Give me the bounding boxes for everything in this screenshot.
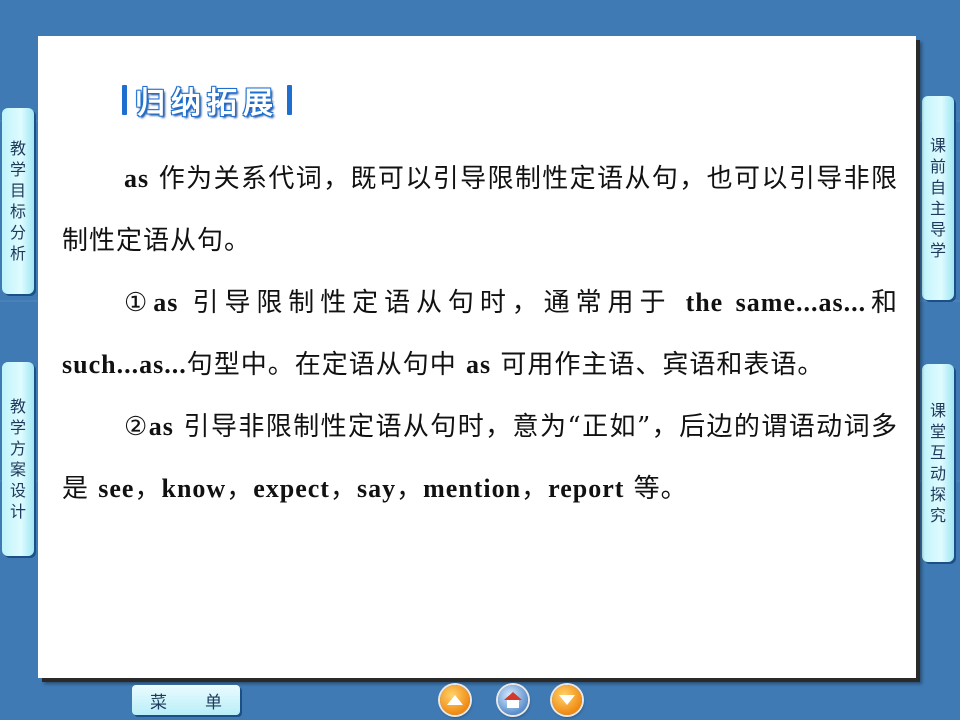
english-term: such...as... [62,350,187,379]
text-run: ， [329,474,357,504]
paragraph-intro: as 作为关系代词，既可以引导限制性定语从句，也可以引导非限制性定语从句。 [62,148,898,272]
text-run: 作为关系代词，既可以引导限制性定语从句，也可以引导非限制性定语从句。 [62,164,898,256]
side-tab-pre-class-study[interactable]: 课前自主导学 [922,96,954,300]
english-term: mention [423,474,522,503]
title-bar-right [287,85,292,115]
home-icon [504,692,522,708]
side-tab-label: 教学方案设计 [9,397,26,521]
text-run: 句型中。在定语从句中 [186,350,466,380]
english-term: as [153,288,179,317]
text-run: 等。 [624,474,688,504]
section-title: 归纳拓展 [135,86,279,121]
menu-label-char-1: 菜 [150,692,167,713]
side-tab-class-interaction[interactable]: 课堂互动探究 [922,364,954,562]
side-tab-teaching-objectives[interactable]: 教学目标分析 [2,108,34,294]
english-term: say [356,474,397,503]
english-term: expect [253,474,330,503]
english-term: as [148,412,174,441]
english-term: the same...as... [685,288,867,317]
english-term: as [465,350,492,379]
section-title-banner: 归纳拓展 [122,80,292,121]
side-tab-label: 课堂互动探究 [929,401,946,525]
text-run: ， [396,474,424,504]
side-tab-label: 教学目标分析 [9,139,26,263]
side-tab-teaching-plan[interactable]: 教学方案设计 [2,362,34,556]
text-run: ， [521,474,549,504]
slide-panel: 归纳拓展 as 作为关系代词，既可以引导限制性定语从句，也可以引导非限制性定语从… [38,36,916,678]
menu-button[interactable]: 菜 单 [132,685,240,715]
text-run: 引导限制性定语从句时，通常用于 [178,288,686,318]
text-run: ， [226,474,254,504]
up-arrow-icon [447,695,463,705]
text-run: ① [124,288,154,318]
side-tab-label: 课前自主导学 [929,136,946,260]
paragraph-restrictive: ①as 引导限制性定语从句时，通常用于 the same...as...和 su… [62,272,898,396]
menu-label-char-2: 单 [205,692,222,713]
text-run: 可用作主语、宾语和表语。 [491,350,825,380]
english-term: see [98,474,135,503]
previous-button[interactable] [440,685,470,715]
next-button[interactable] [552,685,582,715]
text-run: 和 [866,288,898,318]
title-bar-left [122,85,127,115]
text-run: ② [124,412,149,442]
home-button[interactable] [498,685,528,715]
paragraph-non-restrictive: ②as 引导非限制性定语从句时，意为“正如”，后边的谓语动词多是 see，kno… [62,396,898,520]
slide-body: as 作为关系代词，既可以引导限制性定语从句，也可以引导非限制性定语从句。 ①a… [62,148,898,520]
down-arrow-icon [559,695,575,705]
text-run: ， [134,474,162,504]
english-term: know [161,474,227,503]
english-term: report [548,474,625,503]
english-term: as [124,164,150,193]
